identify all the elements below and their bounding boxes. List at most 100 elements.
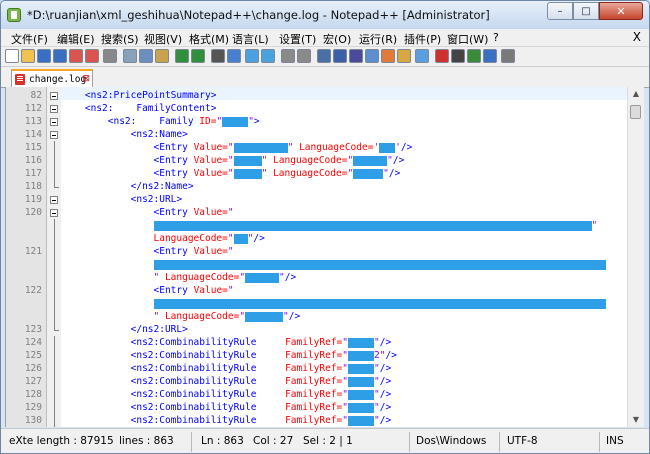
- code-line[interactable]: <ns2:URL>: [62, 193, 642, 206]
- fold-toggle-icon[interactable]: [50, 118, 58, 126]
- indent-guide-icon[interactable]: [349, 49, 363, 63]
- undo-icon[interactable]: [175, 49, 189, 63]
- code-line[interactable]: </ns2:URL>: [62, 323, 642, 336]
- line-number: 122: [24, 285, 42, 296]
- sync-h-icon[interactable]: [297, 49, 311, 63]
- doc-map-icon[interactable]: [365, 49, 379, 63]
- code-line[interactable]: <Entry Value=": [62, 206, 642, 219]
- fold-toggle-icon[interactable]: [50, 131, 58, 139]
- code-text[interactable]: <ns2:PricePointSummary> <ns2: FamilyCont…: [62, 87, 628, 427]
- code-line[interactable]: <ns2:CombinabilityRule FamilyRef=" "/>: [62, 388, 642, 401]
- menu-item[interactable]: 编辑(E): [57, 31, 95, 47]
- code-line[interactable]: <Entry Value=" " LanguageCode=" "/>: [62, 167, 642, 180]
- redacted-value: [348, 350, 374, 361]
- menu-item[interactable]: 格式(M): [189, 31, 229, 47]
- vertical-scrollbar[interactable]: ▲ ▼: [627, 87, 644, 427]
- line-number: 130: [24, 415, 42, 426]
- save-macro-icon[interactable]: [501, 49, 515, 63]
- code-line[interactable]: <ns2: FamilyContent>: [62, 102, 642, 115]
- code-line[interactable]: <Entry Value=" " LanguageCode=" "/>: [62, 154, 642, 167]
- print-icon[interactable]: [103, 49, 117, 63]
- minimize-button[interactable]: –: [547, 2, 573, 20]
- zoom-in-icon[interactable]: [245, 49, 259, 63]
- code-line[interactable]: [62, 258, 642, 271]
- fold-toggle-icon[interactable]: [50, 209, 58, 217]
- tab-change-log[interactable]: change.log ⊠: [11, 69, 93, 88]
- close-window-button[interactable]: ✕: [599, 2, 643, 20]
- redacted-value: [353, 155, 388, 166]
- menu-item[interactable]: 设置(T): [279, 31, 316, 47]
- menu-item[interactable]: 搜索(S): [101, 31, 139, 47]
- show-all-chars-icon[interactable]: [333, 49, 347, 63]
- find-icon[interactable]: [211, 49, 225, 63]
- scroll-up-icon[interactable]: ▲: [630, 88, 642, 100]
- record-macro-icon[interactable]: [435, 49, 449, 63]
- fold-toggle-icon[interactable]: [50, 105, 58, 113]
- code-line[interactable]: <ns2:CombinabilityRule FamilyRef=" "/>: [62, 375, 642, 388]
- maximize-button[interactable]: □: [573, 2, 599, 20]
- code-line[interactable]: " LanguageCode=" "/>: [62, 310, 642, 323]
- code-line[interactable]: </ns2:Name>: [62, 180, 642, 193]
- monitor-icon[interactable]: [415, 49, 429, 63]
- code-line[interactable]: <Entry Value=" " LanguageCode=' '/>: [62, 141, 642, 154]
- function-list-icon[interactable]: [381, 49, 395, 63]
- scroll-down-icon[interactable]: ▼: [630, 414, 642, 426]
- code-line[interactable]: <Entry Value=": [62, 245, 642, 258]
- status-insert-mode: INS: [606, 435, 624, 447]
- code-line[interactable]: " LanguageCode=" "/>: [62, 271, 642, 284]
- menu-item[interactable]: ?: [493, 31, 499, 44]
- close-document-button[interactable]: X: [633, 30, 641, 44]
- code-line[interactable]: <ns2:CombinabilityRule FamilyRef=" "/>: [62, 362, 642, 375]
- menu-item[interactable]: 视图(V): [144, 31, 182, 47]
- notepadpp-app-icon[interactable]: [7, 8, 21, 22]
- save-all-icon[interactable]: [53, 49, 67, 63]
- redacted-value: [348, 376, 374, 387]
- menu-item[interactable]: 语言(L): [232, 31, 269, 47]
- redo-icon[interactable]: [191, 49, 205, 63]
- stop-macro-icon[interactable]: [451, 49, 465, 63]
- fold-margin[interactable]: [47, 87, 61, 427]
- code-line[interactable]: <ns2:CombinabilityRule FamilyRef=" "/>: [62, 336, 642, 349]
- save-icon[interactable]: [37, 49, 51, 63]
- cut-icon[interactable]: [123, 49, 137, 63]
- menu-item[interactable]: 宏(O): [323, 31, 351, 47]
- line-number: 123: [24, 324, 42, 335]
- paste-icon[interactable]: [155, 49, 169, 63]
- fold-line: [54, 388, 55, 401]
- close-icon[interactable]: [69, 49, 83, 63]
- sync-v-icon[interactable]: [281, 49, 295, 63]
- close-all-icon[interactable]: [85, 49, 99, 63]
- new-file-icon[interactable]: [5, 49, 19, 63]
- code-line[interactable]: <ns2:CombinabilityRule FamilyRef=" 2"/>: [62, 349, 642, 362]
- code-line[interactable]: [62, 297, 642, 310]
- folder-workspace-icon[interactable]: [397, 49, 411, 63]
- replace-icon[interactable]: [227, 49, 241, 63]
- window-controls: – □ ✕: [547, 2, 643, 21]
- copy-icon[interactable]: [139, 49, 153, 63]
- editor-area[interactable]: 82 112 113 114 115 116 117 118 119 120 121 122 123 12…: [5, 87, 644, 427]
- menu-item[interactable]: 运行(R): [359, 31, 397, 47]
- line-number-gutter: 82 112 113 114 115 116 117 118 119 120 121 122 123 12…: [6, 87, 47, 427]
- play-macro-icon[interactable]: [467, 49, 481, 63]
- menu-item[interactable]: 文件(F): [11, 31, 48, 47]
- code-line[interactable]: <ns2:CombinabilityRule FamilyRef=" "/>: [62, 414, 642, 427]
- code-line[interactable]: ": [62, 219, 642, 232]
- tab-close-icon[interactable]: ⊠: [82, 74, 90, 84]
- word-wrap-icon[interactable]: [317, 49, 331, 63]
- fold-line: [54, 154, 55, 167]
- menu-item[interactable]: 窗口(W): [447, 31, 488, 47]
- open-file-icon[interactable]: [21, 49, 35, 63]
- fold-toggle-icon[interactable]: [50, 92, 58, 100]
- code-line[interactable]: LanguageCode=" "/>: [62, 232, 642, 245]
- code-line[interactable]: <ns2:PricePointSummary>: [62, 89, 642, 102]
- code-line[interactable]: <ns2:Name>: [62, 128, 642, 141]
- code-line[interactable]: <ns2:CombinabilityRule FamilyRef=" "/>: [62, 401, 642, 414]
- zoom-out-icon[interactable]: [261, 49, 275, 63]
- fold-toggle-icon[interactable]: [50, 196, 58, 204]
- menu-item[interactable]: 插件(P): [404, 31, 441, 47]
- scroll-thumb[interactable]: [630, 105, 641, 119]
- run-macro-multiple-icon[interactable]: [483, 49, 497, 63]
- title-bar[interactable]: *D:\ruanjian\xml_geshihua\Notepad++\chan…: [1, 1, 649, 29]
- code-line[interactable]: <ns2: Family ID=" ">: [62, 115, 642, 128]
- code-line[interactable]: <Entry Value=": [62, 284, 642, 297]
